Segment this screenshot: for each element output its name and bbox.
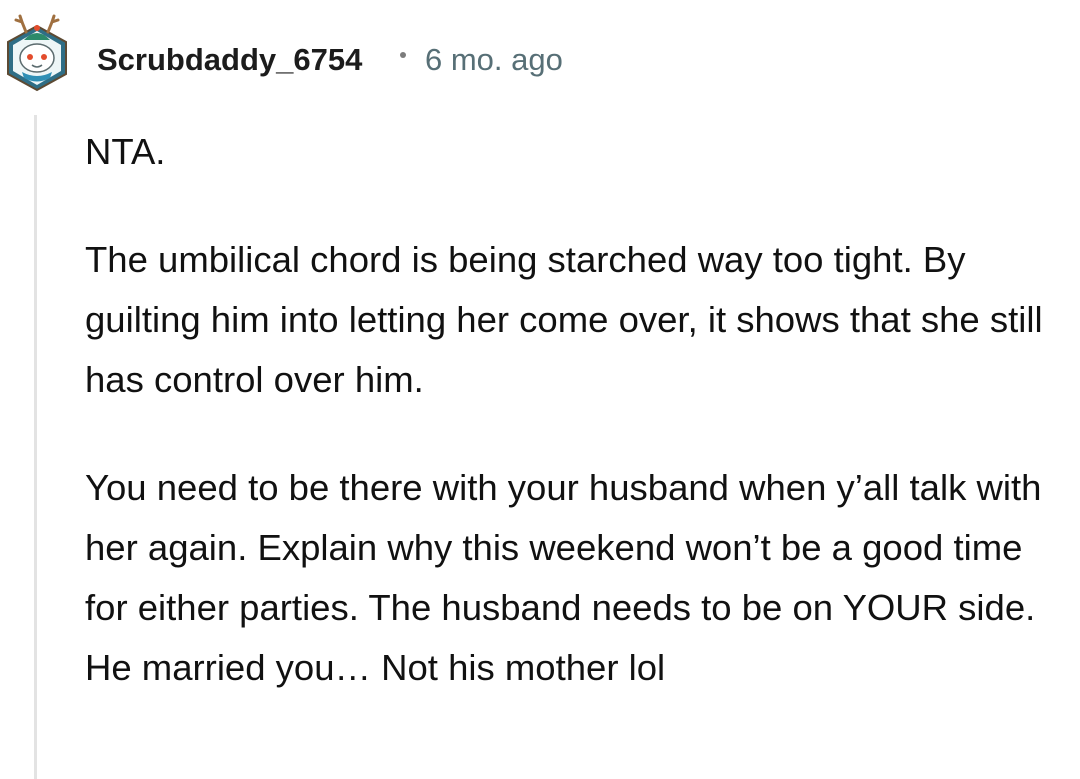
thread-line[interactable] xyxy=(34,115,37,779)
comment-paragraph: NTA. xyxy=(85,131,166,172)
comment-paragraph: You need to be there with your husband w… xyxy=(85,467,1042,688)
comment-timestamp[interactable]: 6 mo. ago xyxy=(425,42,563,78)
snoo-avatar-icon[interactable] xyxy=(4,12,70,92)
separator-dot xyxy=(400,52,406,58)
comment-paragraph: The umbilical chord is being starched wa… xyxy=(85,239,1043,400)
comment: Scrubdaddy_6754 6 mo. ago NTA. The umbil… xyxy=(0,0,1080,779)
comment-body: NTA. The umbilical chord is being starch… xyxy=(85,122,1070,698)
author-username[interactable]: Scrubdaddy_6754 xyxy=(97,42,362,78)
